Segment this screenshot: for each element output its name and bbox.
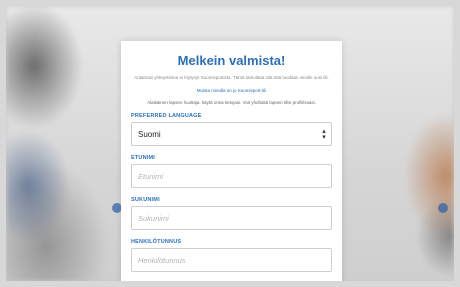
firstname-input[interactable]: Etunimi	[131, 164, 332, 188]
lastname-input[interactable]: Sukunimi	[131, 206, 332, 230]
chevron-updown-icon: ▴ ▾	[322, 128, 326, 141]
page-frame: Melkein valmista! Antamasi yhteystietoa …	[6, 6, 454, 281]
form-subtitle: Antamasi yhteystietoa ei löytynyt Suomis…	[134, 75, 329, 80]
ssn-placeholder: Henkilötunnus	[138, 255, 186, 265]
carousel-dot-right	[438, 203, 448, 213]
registration-form-card: Melkein valmista! Antamasi yhteystietoa …	[121, 41, 342, 281]
lastname-placeholder: Sukunimi	[138, 213, 169, 223]
ssn-input[interactable]: Henkilötunnus	[131, 248, 332, 272]
language-value: Suomi	[138, 129, 161, 139]
firstname-placeholder: Etunimi	[138, 171, 164, 181]
form-title: Melkein valmista!	[177, 53, 286, 68]
lastname-label: SUKUNIMI	[131, 197, 160, 203]
language-select[interactable]: Suomi ▴ ▾	[131, 122, 332, 146]
guardian-note: Alaikäinen lapsen huoltaja: käytä omia t…	[147, 100, 316, 105]
firstname-label: ETUNIMI	[131, 155, 156, 161]
language-label: PREFERRED LANGUAGE	[131, 113, 202, 119]
existing-account-link[interactable]: Muista minulla on jo Suomisport-tili	[121, 88, 342, 94]
ssn-label: HENKILÖTUNNUS	[131, 239, 182, 245]
